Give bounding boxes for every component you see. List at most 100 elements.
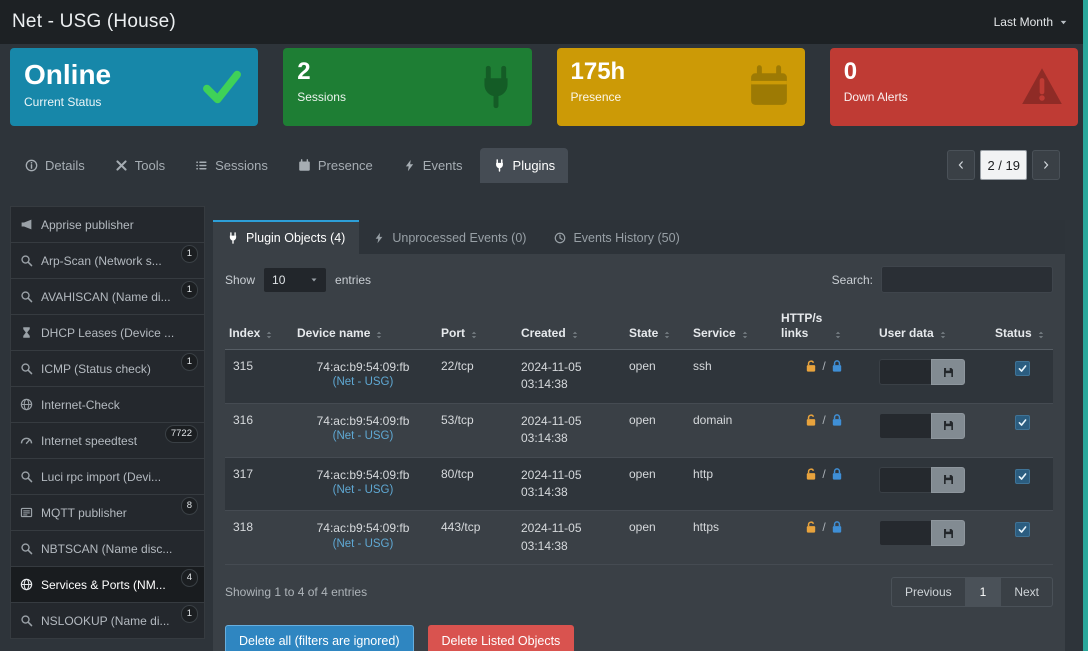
column-header-state[interactable]: State <box>625 305 685 349</box>
cell-http-links: / <box>804 413 843 427</box>
next-page-button[interactable]: Next <box>1000 577 1053 607</box>
sidebar-item-internet-speedtest[interactable]: Internet speedtest 7722 <box>10 422 205 459</box>
http-lock-open-icon[interactable] <box>804 520 818 534</box>
tab-presence[interactable]: Presence <box>285 148 386 183</box>
tab-tools[interactable]: Tools <box>102 148 178 183</box>
column-header-http-links[interactable]: HTTP/s links <box>777 305 871 349</box>
sort-icon <box>264 330 274 340</box>
status-checkbox[interactable] <box>1015 415 1030 430</box>
sidebar-item-nbtscan[interactable]: NBTSCAN (Name disc... <box>10 530 205 567</box>
http-lock-open-icon[interactable] <box>804 359 818 373</box>
search-icon <box>20 614 33 627</box>
delete-listed-button[interactable]: Delete Listed Objects <box>428 625 575 651</box>
show-label: Show <box>225 273 255 287</box>
column-header-status[interactable]: Status <box>991 305 1053 349</box>
period-label: Last Month <box>994 15 1053 29</box>
device-mac: 74:ac:b9:54:09:fb <box>317 520 410 536</box>
globe-icon <box>20 398 33 411</box>
right-edge-accent <box>1083 0 1088 651</box>
sort-icon <box>570 330 580 340</box>
sort-icon <box>833 330 843 340</box>
sort-icon <box>740 330 750 340</box>
sidebar-item-nslookup[interactable]: NSLOOKUP (Name di... 1 <box>10 602 205 639</box>
sidebar-item-label: Luci rpc import (Devi... <box>41 470 161 484</box>
period-selector[interactable]: Last Month <box>994 15 1072 29</box>
sidebar-item-apprise-publisher[interactable]: Apprise publisher <box>10 206 205 243</box>
card-value: 2 <box>297 57 346 87</box>
cell-index: 318 <box>225 511 289 564</box>
prev-device-button[interactable] <box>947 150 975 180</box>
column-header-created[interactable]: Created <box>517 305 621 349</box>
search-icon <box>20 542 33 555</box>
device-link[interactable]: (Net - USG) <box>333 375 394 391</box>
megaphone-icon <box>20 218 33 231</box>
tab-sessions[interactable]: Sessions <box>182 148 281 183</box>
device-link[interactable]: (Net - USG) <box>333 429 394 445</box>
save-user-data-button[interactable] <box>931 520 965 546</box>
user-data-input[interactable] <box>879 413 931 439</box>
tab-details[interactable]: Details <box>12 148 98 183</box>
next-device-button[interactable] <box>1032 150 1060 180</box>
column-header-device-name[interactable]: Device name <box>293 305 433 349</box>
cell-device-name: 74:ac:b9:54:09:fb (Net - USG) <box>293 350 433 403</box>
https-lock-icon[interactable] <box>830 467 844 481</box>
sidebar-item-icmp[interactable]: ICMP (Status check) 1 <box>10 350 205 387</box>
column-header-service[interactable]: Service <box>689 305 773 349</box>
device-link[interactable]: (Net - USG) <box>333 537 394 553</box>
delete-actions: Delete all (filters are ignored) Delete … <box>225 625 1053 651</box>
tab-events-history[interactable]: Events History (50) <box>540 220 693 254</box>
delete-all-button[interactable]: Delete all (filters are ignored) <box>225 625 414 651</box>
sidebar-item-label: Arp-Scan (Network s... <box>41 254 162 268</box>
tab-plugins[interactable]: Plugins <box>480 148 569 183</box>
http-lock-open-icon[interactable] <box>804 413 818 427</box>
cell-status <box>991 350 1053 403</box>
user-data-input[interactable] <box>879 467 931 493</box>
cell-http-links: / <box>804 467 843 481</box>
column-header-port[interactable]: Port <box>437 305 513 349</box>
chevron-right-icon <box>1041 160 1051 170</box>
save-user-data-button[interactable] <box>931 413 965 439</box>
sidebar-item-mqtt-publisher[interactable]: MQTT publisher 8 <box>10 494 205 531</box>
tab-events[interactable]: Events <box>390 148 476 183</box>
sidebar-item-luci-rpc-import[interactable]: Luci rpc import (Devi... <box>10 458 205 495</box>
sidebar-item-dhcp-leases[interactable]: DHCP Leases (Device ... <box>10 314 205 351</box>
https-lock-icon[interactable] <box>830 359 844 373</box>
search-icon <box>20 362 33 375</box>
sidebar-item-avahiscan[interactable]: AVAHISCAN (Name di... 1 <box>10 278 205 315</box>
floppy-icon <box>942 366 955 379</box>
sidebar-item-arp-scan[interactable]: Arp-Scan (Network s... 1 <box>10 242 205 279</box>
sidebar-item-services-ports[interactable]: Services & Ports (NM... 4 <box>10 566 205 603</box>
status-checkbox[interactable] <box>1015 361 1030 376</box>
page-size-select[interactable]: 10 <box>263 267 327 293</box>
count-badge: 8 <box>181 497 198 515</box>
sidebar-item-internet-check[interactable]: Internet-Check <box>10 386 205 423</box>
status-card-online: Online Current Status <box>10 48 258 126</box>
cell-state: open <box>625 458 685 511</box>
entries-label: entries <box>335 273 371 287</box>
status-checkbox[interactable] <box>1015 522 1030 537</box>
https-lock-icon[interactable] <box>830 413 844 427</box>
gauge-icon <box>20 434 33 447</box>
previous-page-button[interactable]: Previous <box>891 577 966 607</box>
save-user-data-button[interactable] <box>931 359 965 385</box>
device-mac: 74:ac:b9:54:09:fb <box>317 467 410 483</box>
page-1-button[interactable]: 1 <box>966 577 1001 607</box>
user-data-input[interactable] <box>879 359 931 385</box>
tab-unprocessed-events[interactable]: Unprocessed Events (0) <box>359 220 540 254</box>
clock-icon <box>554 232 566 244</box>
http-lock-open-icon[interactable] <box>804 467 818 481</box>
search-label: Search: <box>832 273 873 287</box>
sidebar-item-label: MQTT publisher <box>41 506 127 520</box>
search-input[interactable] <box>881 266 1053 293</box>
column-header-index[interactable]: Index <box>225 305 289 349</box>
tab-plugin-objects[interactable]: Plugin Objects (4) <box>213 220 359 254</box>
device-link[interactable]: (Net - USG) <box>333 483 394 499</box>
check-icon <box>1018 418 1027 427</box>
status-checkbox[interactable] <box>1015 469 1030 484</box>
https-lock-icon[interactable] <box>830 520 844 534</box>
cell-http-links: / <box>804 359 843 373</box>
user-data-input[interactable] <box>879 520 931 546</box>
column-header-user-data[interactable]: User data <box>875 305 987 349</box>
sidebar-item-label: Apprise publisher <box>41 218 134 232</box>
save-user-data-button[interactable] <box>931 467 965 493</box>
